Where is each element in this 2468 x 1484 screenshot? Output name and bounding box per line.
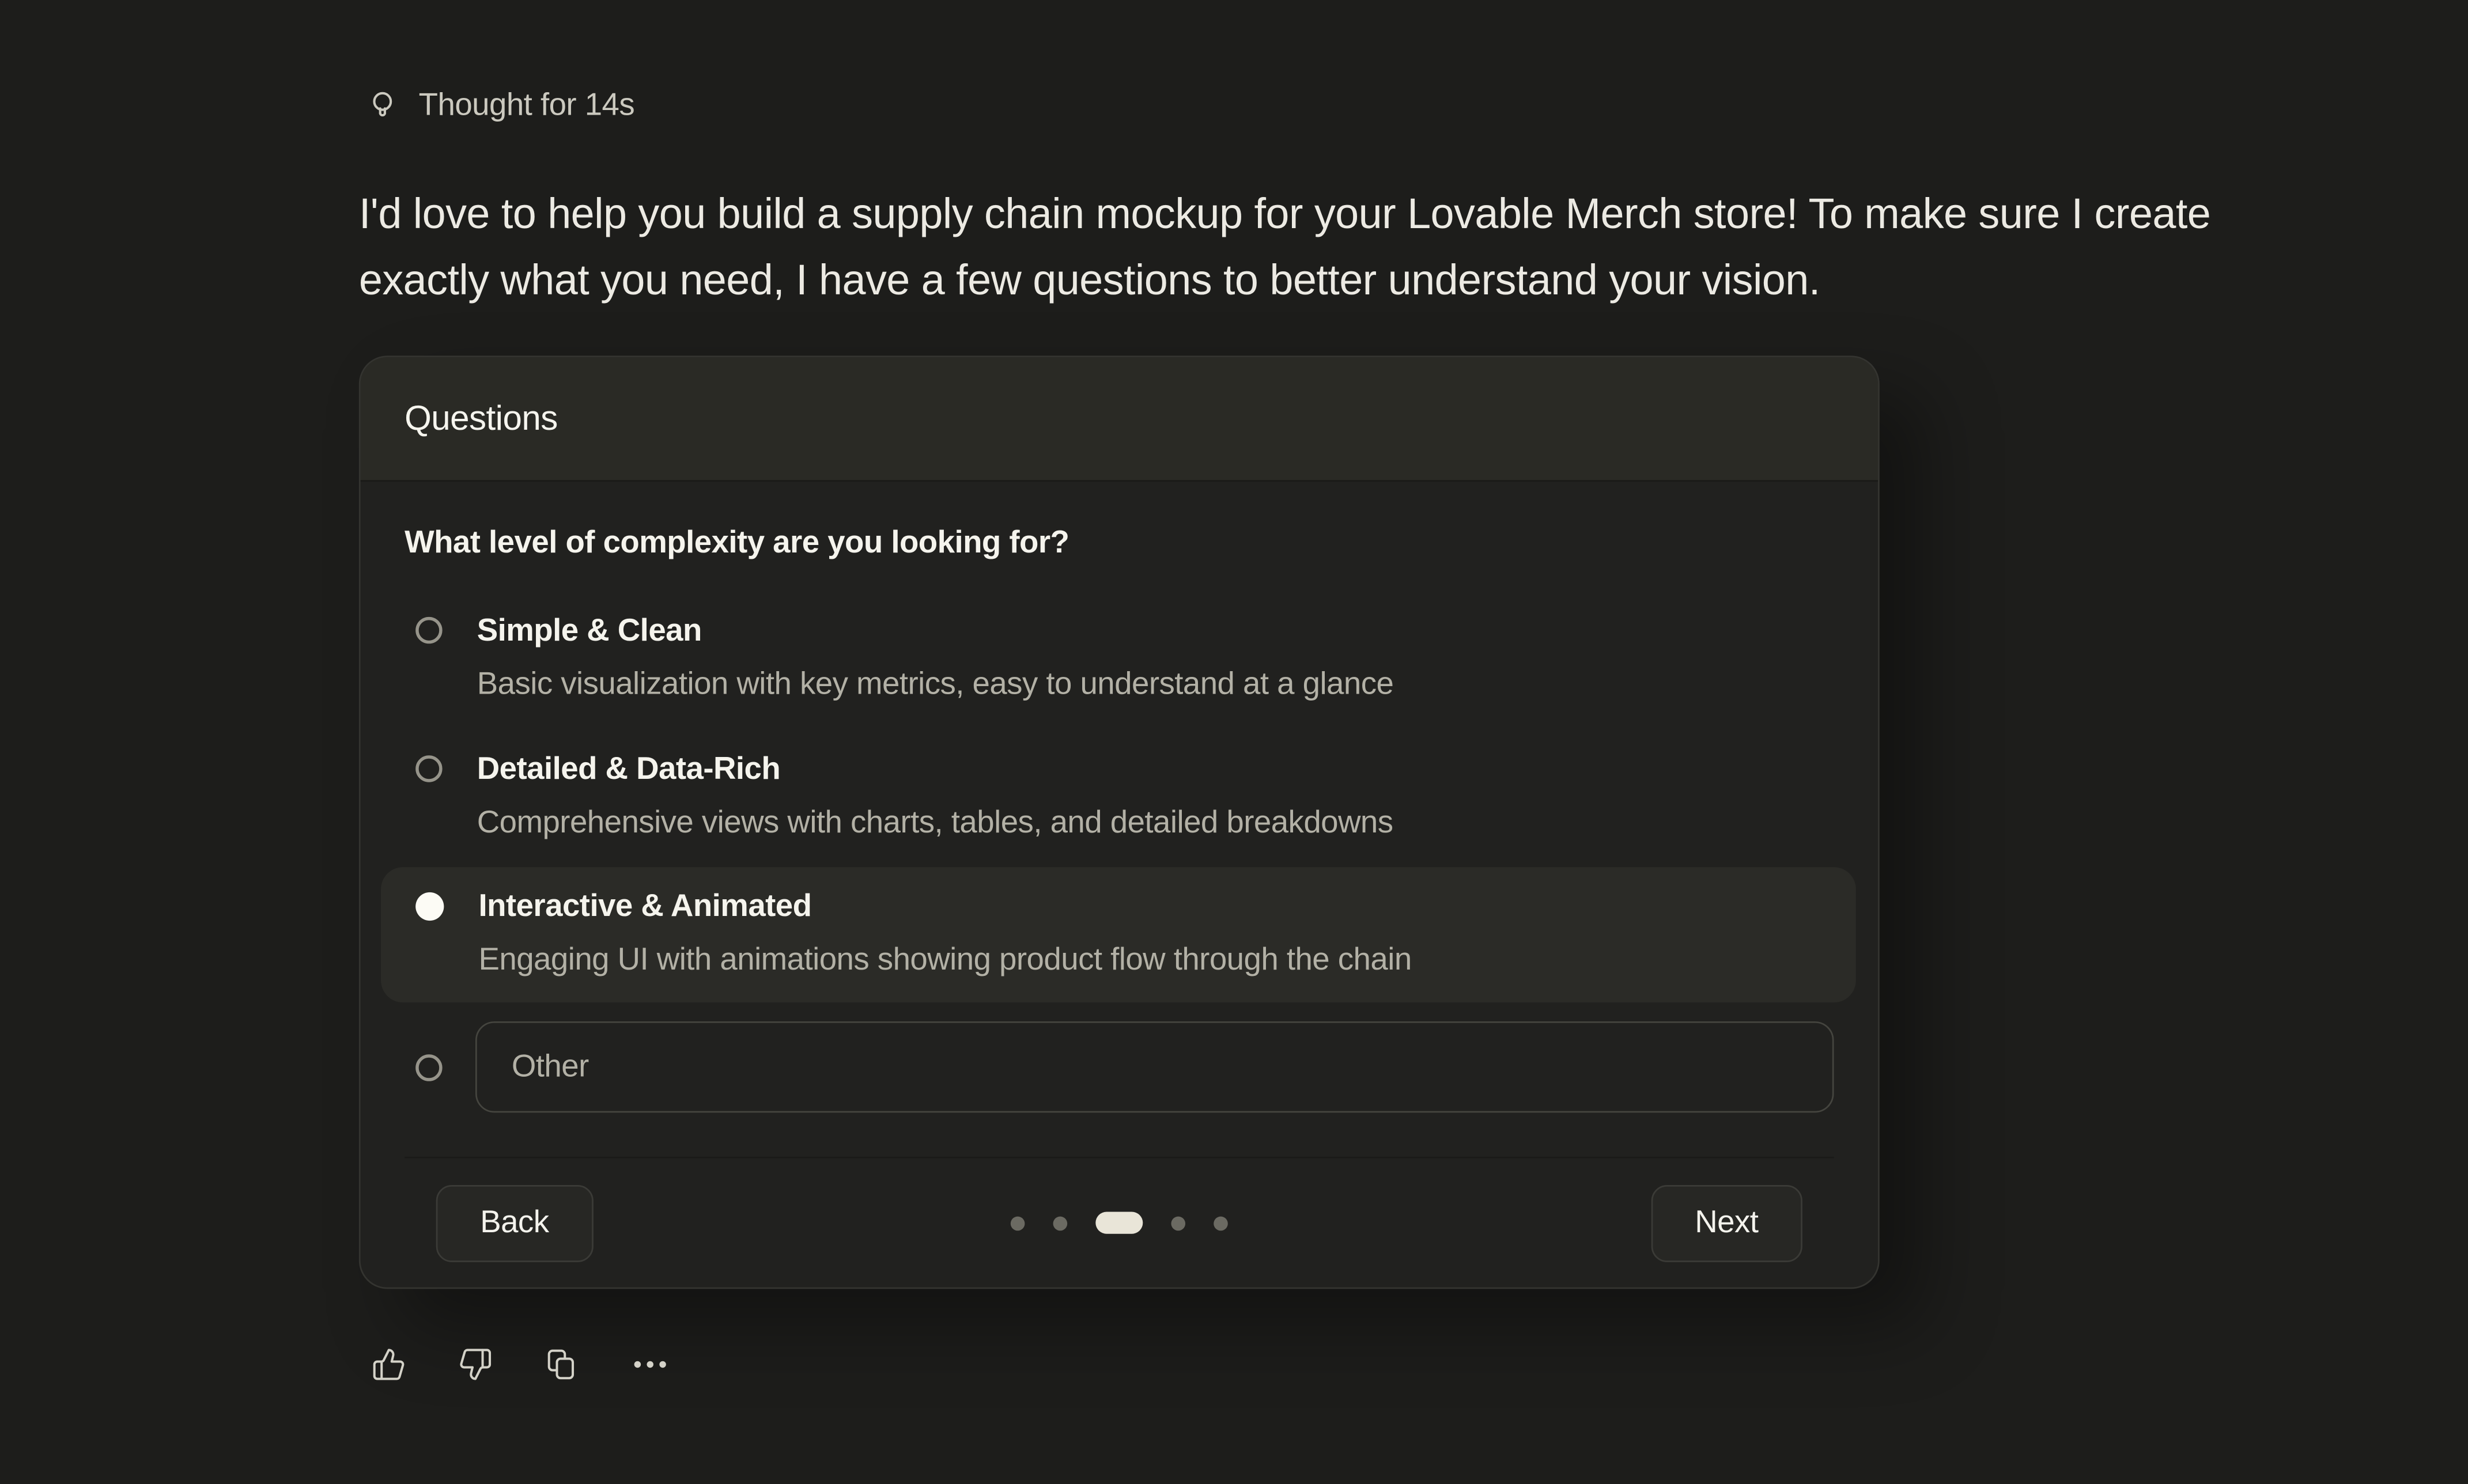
card-title: Questions <box>405 398 558 439</box>
radio-unselected-icon[interactable] <box>415 617 442 643</box>
assistant-turn: Thought for 14s I'd love to help you bui… <box>359 86 2210 1381</box>
chat-panel: Thought for 14s I'd love to help you bui… <box>0 0 2468 1484</box>
next-button[interactable]: Next <box>1651 1184 1802 1262</box>
thumbs-up-button[interactable] <box>372 1347 406 1381</box>
card-body: What level of complexity are you looking… <box>361 482 1878 1288</box>
radio-unselected-icon[interactable] <box>415 1054 442 1080</box>
option-detailed-data-rich[interactable]: Detailed & Data-Rich Comprehensive views… <box>405 751 1834 842</box>
option-description: Engaging UI with animations showing prod… <box>478 941 1411 979</box>
pagination-dot <box>1171 1216 1185 1230</box>
option-description: Comprehensive views with charts, tables,… <box>477 804 1393 842</box>
pagination-dot <box>1011 1216 1025 1230</box>
thumbs-down-icon <box>458 1347 493 1381</box>
back-button[interactable]: Back <box>436 1184 593 1262</box>
option-label: Detailed & Data-Rich <box>477 751 1393 789</box>
option-simple-clean[interactable]: Simple & Clean Basic visualization with … <box>405 612 1834 703</box>
questions-card: Questions What level of complexity are y… <box>359 355 1880 1289</box>
question-title: What level of complexity are you looking… <box>405 525 1834 562</box>
message-line: exactly what you need, I have a few ques… <box>359 247 2210 313</box>
thought-toggle[interactable]: Thought for 14s <box>367 86 2211 124</box>
option-label: Simple & Clean <box>477 612 1394 650</box>
copy-icon <box>545 1347 579 1381</box>
message-line: I'd love to help you build a supply chai… <box>359 181 2210 247</box>
thought-label: Thought for 14s <box>419 88 635 124</box>
more-options-icon <box>631 1347 669 1381</box>
message-actions <box>372 1347 2211 1381</box>
option-description: Basic visualization with key metrics, ea… <box>477 666 1394 704</box>
pagination-dot-active <box>1095 1212 1143 1233</box>
radio-unselected-icon[interactable] <box>415 755 442 782</box>
option-interactive-animated[interactable]: Interactive & Animated Engaging UI with … <box>381 867 1856 1002</box>
lightbulb-icon <box>367 86 399 124</box>
pagination-dot <box>1053 1216 1068 1230</box>
pagination-dots <box>1011 1212 1228 1233</box>
card-footer: Back Next <box>405 1157 1834 1288</box>
other-input[interactable] <box>475 1021 1834 1112</box>
thumbs-up-icon <box>372 1347 406 1381</box>
more-options-button[interactable] <box>631 1347 669 1381</box>
radio-selected-icon[interactable] <box>415 892 444 921</box>
thumbs-down-button[interactable] <box>458 1347 493 1381</box>
option-other[interactable] <box>405 1021 1834 1112</box>
assistant-message: I'd love to help you build a supply chai… <box>359 181 2210 313</box>
pagination-dot <box>1214 1216 1228 1230</box>
copy-button[interactable] <box>545 1347 579 1381</box>
card-header: Questions <box>361 357 1878 482</box>
option-label: Interactive & Animated <box>478 888 1411 926</box>
